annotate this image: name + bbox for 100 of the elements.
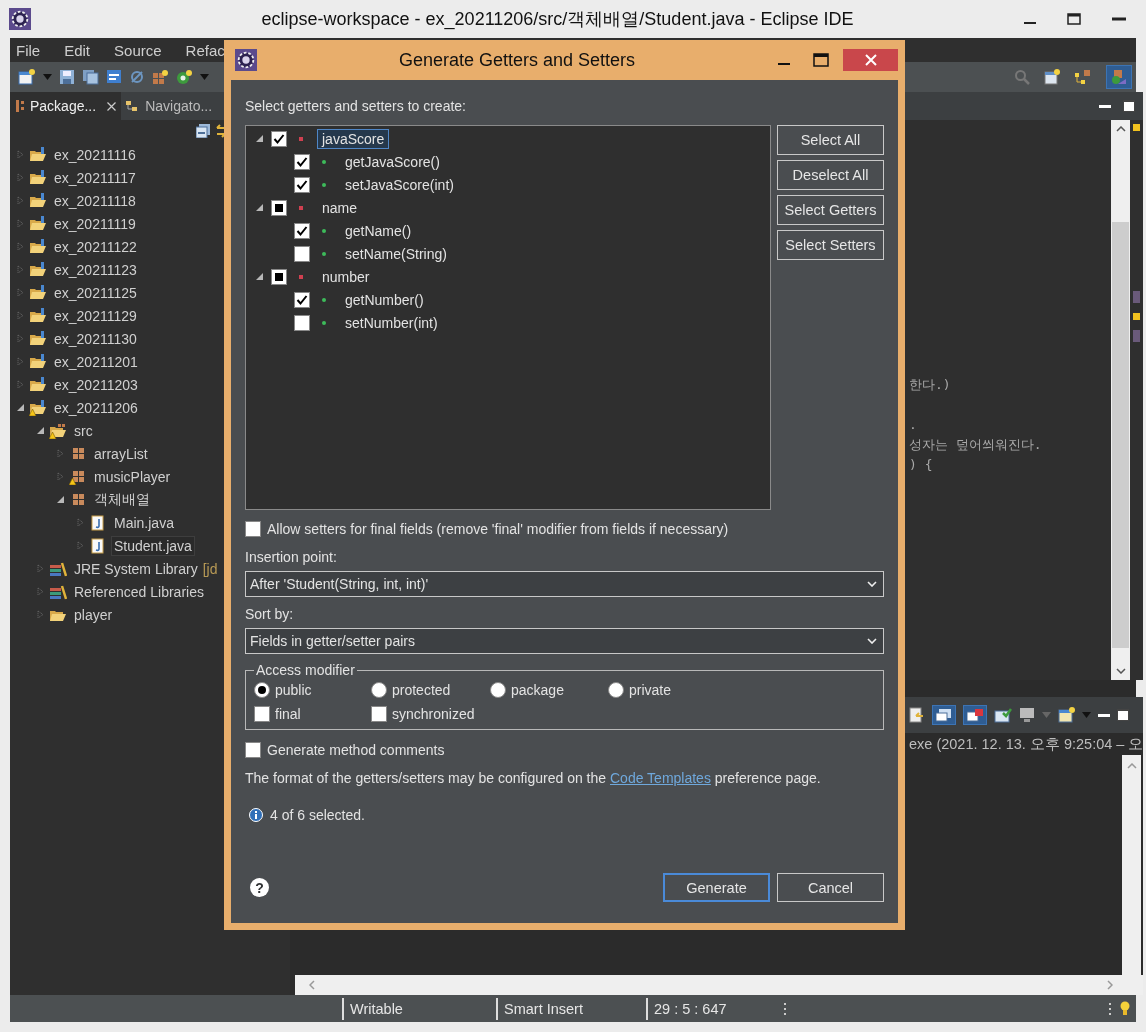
maximize-icon[interactable] — [1117, 709, 1129, 721]
tree-item[interactable]: ex_20211118 — [52, 191, 138, 210]
tree-item[interactable]: Student.java — [112, 536, 194, 555]
sort-by-dropdown[interactable]: Fields in getter/setter pairs — [245, 628, 884, 654]
tree-item[interactable]: 객체배열 — [92, 489, 152, 510]
expander-icon[interactable] — [255, 134, 264, 143]
maximize-icon[interactable] — [1123, 100, 1136, 112]
tree-item[interactable]: ex_20211206 — [52, 398, 140, 417]
menu-item[interactable]: File — [16, 41, 41, 59]
expander-icon[interactable] — [255, 272, 264, 281]
scrollbar[interactable] — [1122, 755, 1142, 975]
tree-item[interactable]: arrayList — [92, 444, 150, 463]
scroll-down-icon[interactable] — [1115, 668, 1126, 674]
package-icon[interactable] — [152, 69, 169, 85]
checkbox[interactable] — [294, 153, 310, 170]
ruler-marker[interactable] — [1133, 124, 1141, 131]
tree-item[interactable]: ex_20211203 — [52, 375, 140, 394]
tree-item[interactable]: ex_20211130 — [52, 329, 139, 348]
pin-console-button[interactable] — [932, 705, 956, 725]
tree-item[interactable]: ex_20211201 — [52, 352, 140, 371]
ruler-marker[interactable] — [1133, 330, 1141, 342]
checkbox[interactable] — [294, 176, 310, 193]
checkbox[interactable] — [271, 199, 287, 216]
tree-item[interactable]: getJavaScore() — [340, 151, 445, 172]
tree-item[interactable]: musicPlayer — [92, 467, 173, 486]
save-icon[interactable] — [59, 69, 75, 85]
tree-item[interactable]: setNumber(int) — [340, 312, 443, 333]
radio-button[interactable] — [490, 682, 506, 698]
tree-item[interactable]: ex_20211129 — [52, 306, 139, 325]
tree-item[interactable]: src — [72, 421, 95, 440]
grip-icon[interactable] — [1109, 1001, 1112, 1016]
view-tab[interactable]: Package... — [10, 92, 122, 120]
class-icon[interactable] — [176, 69, 193, 85]
help-button[interactable]: ? — [250, 878, 269, 897]
tree-item[interactable]: getName() — [340, 220, 417, 241]
checkbox[interactable] — [271, 130, 287, 147]
new-file-icon[interactable] — [18, 69, 36, 85]
tree-item[interactable]: number — [317, 266, 375, 287]
remove-console-button[interactable] — [963, 705, 987, 725]
radio-button[interactable] — [371, 682, 387, 698]
tree-item[interactable]: ex_20211119 — [52, 214, 138, 233]
tree-item[interactable]: ex_20211123 — [52, 260, 139, 279]
radio-button[interactable] — [608, 682, 624, 698]
tree-item[interactable]: ex_20211116 — [52, 145, 138, 164]
menu-item[interactable]: Edit — [64, 41, 91, 59]
select-button[interactable]: Select Setters — [777, 230, 884, 260]
expander-icon[interactable] — [36, 426, 45, 435]
select-button[interactable]: Deselect All — [777, 160, 884, 190]
checkbox[interactable] — [245, 521, 261, 537]
maximize-icon[interactable] — [1067, 13, 1081, 25]
checkbox[interactable] — [294, 314, 310, 331]
tree-item[interactable]: setName(String) — [340, 243, 452, 264]
menu-item[interactable]: Refac — [185, 41, 225, 59]
open-perspective-icon[interactable] — [1044, 69, 1060, 85]
window-check-icon[interactable] — [994, 707, 1012, 723]
select-button[interactable]: Select Getters — [777, 195, 884, 225]
tree-item[interactable]: ex_20211117 — [52, 168, 138, 187]
lightbulb-icon[interactable] — [1120, 1000, 1130, 1017]
scrollbar-thumb[interactable] — [1112, 222, 1130, 648]
dialog-button[interactable]: Generate — [663, 873, 770, 902]
expander-icon[interactable] — [56, 495, 65, 504]
tree-item[interactable]: Referenced Libraries — [72, 582, 206, 601]
clipboard-icon[interactable] — [909, 707, 925, 723]
checkbox[interactable] — [294, 245, 310, 262]
scrollbar[interactable] — [1111, 120, 1131, 680]
scroll-up-icon[interactable] — [1115, 126, 1126, 132]
hierarchy-icon[interactable] — [1074, 69, 1092, 85]
tree-item[interactable]: JRE System Library — [72, 559, 200, 578]
grip-icon[interactable] — [784, 1001, 787, 1016]
member-tree[interactable]: javaScore getJavaScore() setJavaScore(int) name getName() setName(String) number getNumber() setNumber(int) — [245, 125, 771, 510]
expander-icon[interactable] — [16, 403, 25, 412]
tree-item[interactable]: ex_20211122 — [52, 237, 139, 256]
link-arrows-icon[interactable] — [216, 124, 226, 138]
tree-item[interactable]: Main.java — [112, 513, 176, 532]
tree-item[interactable]: player — [72, 605, 115, 624]
collapse-all-icon[interactable] — [196, 124, 210, 138]
checkbox[interactable] — [245, 742, 261, 758]
radio-button[interactable] — [254, 682, 270, 698]
new-console-icon[interactable] — [1058, 707, 1075, 723]
ruler-marker[interactable] — [1133, 291, 1141, 303]
close-button[interactable] — [843, 49, 898, 71]
tree-item[interactable]: getNumber() — [340, 289, 429, 310]
tree-item[interactable]: setJavaScore(int) — [340, 174, 459, 195]
monitor-icon[interactable] — [1019, 707, 1035, 723]
tree-item[interactable]: ex_20211125 — [52, 283, 139, 302]
insertion-point-dropdown[interactable]: After 'Student(String, int, int)' — [245, 571, 884, 597]
menu-item[interactable]: Source — [114, 41, 162, 59]
tree-item[interactable]: name — [317, 197, 363, 218]
expander-icon[interactable] — [255, 203, 264, 212]
ruler-marker[interactable] — [1133, 313, 1141, 320]
maximize-icon[interactable] — [813, 53, 829, 67]
checkbox[interactable] — [271, 268, 287, 285]
checkbox[interactable] — [294, 222, 310, 239]
window-icon[interactable] — [106, 69, 122, 85]
select-button[interactable]: Select All — [777, 125, 884, 155]
save-all-icon[interactable] — [82, 69, 99, 85]
checkbox[interactable] — [254, 706, 270, 722]
dialog-button[interactable]: Cancel — [777, 873, 884, 902]
checkbox[interactable] — [371, 706, 387, 722]
eye-slash-icon[interactable] — [129, 69, 145, 85]
